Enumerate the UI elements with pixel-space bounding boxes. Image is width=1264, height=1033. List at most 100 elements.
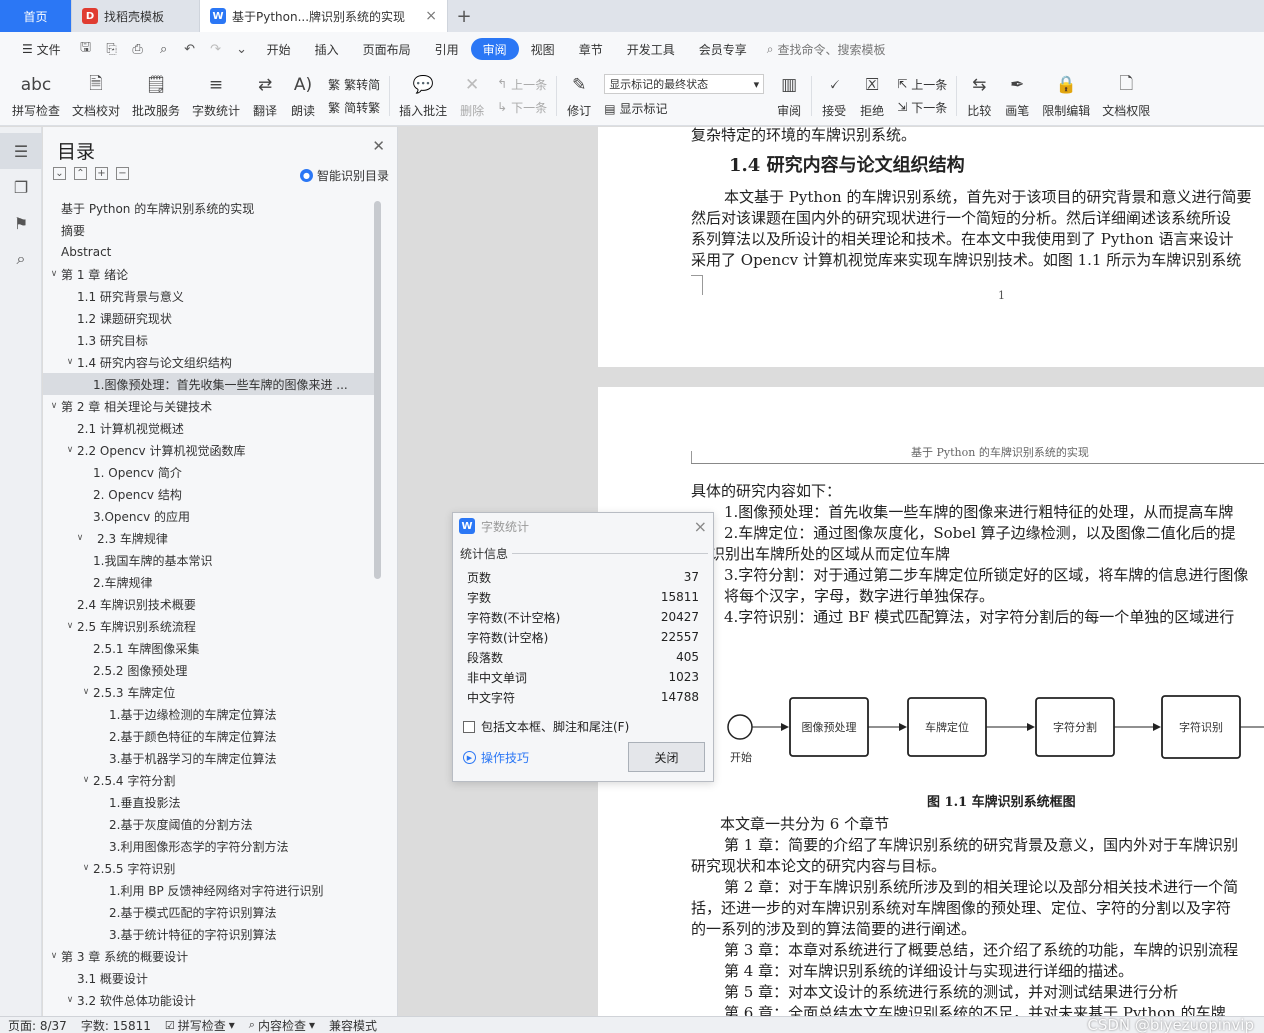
spell-check-button[interactable]: abc 拼写检查	[6, 68, 66, 124]
toc-item[interactable]: 2.4 车牌识别技术概要	[43, 593, 375, 615]
translate-button[interactable]: ⇄ 翻译	[246, 68, 284, 124]
page-indicator[interactable]: 页面: 8/37	[8, 1017, 67, 1033]
nav-pane-icon[interactable]: ❐	[0, 169, 42, 205]
command-search[interactable]: ⌕ 查找命令、搜索模板	[767, 41, 886, 58]
chevron-down-icon[interactable]: ∨	[63, 533, 97, 543]
toc-item[interactable]: Abstract	[43, 241, 375, 263]
preview-icon[interactable]: ⌕	[151, 42, 177, 57]
toc-item[interactable]: 2.车牌规律	[43, 571, 375, 593]
simp-to-trad-button[interactable]: 繁简转繁	[328, 99, 380, 116]
toc-item[interactable]: 1.3 研究目标	[43, 329, 375, 351]
menu-insert[interactable]: 插入	[303, 38, 351, 60]
toc-item[interactable]: 2.基于灰度阈值的分割方法	[43, 813, 375, 835]
toc-item[interactable]: 2.基于模式匹配的字符识别算法	[43, 901, 375, 923]
toc-item[interactable]: ∨ 2.3 车牌规律	[43, 527, 375, 549]
toc-item[interactable]: ∨ 2.5.5 字符识别	[43, 857, 375, 879]
close-icon[interactable]: ×	[694, 517, 707, 536]
toc-item[interactable]: ∨ 2.2 Opencv 计算机视觉函数库	[43, 439, 375, 461]
doc-proof-button[interactable]: 🗎 文档校对	[66, 68, 126, 124]
doc-permission-button[interactable]: 🗋 文档权限	[1096, 68, 1156, 124]
menu-section[interactable]: 章节	[567, 38, 615, 60]
bookmark-icon[interactable]: ⚑	[0, 205, 42, 241]
expand-all-icon[interactable]: ⌃	[74, 167, 87, 180]
toc-item[interactable]: ∨ 2.5.4 字符分割	[43, 769, 375, 791]
toc-item[interactable]: 1.我国车牌的基本常识	[43, 549, 375, 571]
search-icon[interactable]: ⌕	[0, 241, 42, 277]
toc-item[interactable]: 1.1 研究背景与意义	[43, 285, 375, 307]
toc-item[interactable]: 3.基于机器学习的车牌定位算法	[43, 747, 375, 769]
toc-item[interactable]: 1. Opencv 简介	[43, 461, 375, 483]
print-icon[interactable]: ⎙	[125, 42, 151, 57]
chevron-down-icon[interactable]: ∨	[47, 951, 61, 961]
dialog-titlebar[interactable]: W 字数统计 ×	[453, 513, 713, 539]
include-textbox-checkbox[interactable]: 包括文本框、脚注和尾注(F)	[463, 718, 629, 735]
toc-item[interactable]: 2.5.2 图像预处理	[43, 659, 375, 681]
trad-to-simp-button[interactable]: 繁繁转简	[328, 76, 380, 93]
chevron-down-icon[interactable]: ∨	[63, 357, 77, 367]
toc-item[interactable]: ∨ 第 2 章 相关理论与关键技术	[43, 395, 375, 417]
toc-item[interactable]: 3.Opencv 的应用	[43, 505, 375, 527]
chevron-down-icon[interactable]: ∨	[47, 401, 61, 411]
word-count-indicator[interactable]: 字数: 15811	[81, 1017, 151, 1033]
export-icon[interactable]: ⎘	[99, 42, 125, 57]
toc-item[interactable]: 1.基于边缘检测的车牌定位算法	[43, 703, 375, 725]
reject-button[interactable]: 🗵 拒绝	[853, 68, 891, 124]
tab-close-icon[interactable]: ×	[425, 8, 437, 24]
toc-icon[interactable]: ☰	[0, 133, 42, 169]
file-menu[interactable]: ☰ 文件	[10, 38, 73, 60]
toc-item[interactable]: 3.1 概要设计	[43, 967, 375, 989]
accept-button[interactable]: 🗸 接受	[815, 68, 853, 124]
toc-item[interactable]: 摘要	[43, 219, 375, 241]
prev-change-button[interactable]: ⇱ 上一条	[897, 76, 947, 93]
close-icon[interactable]: ✕	[372, 137, 385, 155]
review-pane-button[interactable]: ▥ 审阅	[770, 68, 808, 124]
tab-daoke-templates[interactable]: D 找稻壳模板	[72, 0, 200, 32]
toc-item[interactable]: ∨ 第 1 章 绪论	[43, 263, 375, 285]
toc-item[interactable]: 1.利用 BP 反馈神经网络对字符进行识别	[43, 879, 375, 901]
tab-document[interactable]: W 基于Python...牌识别系统的实现 ×	[200, 0, 448, 32]
toc-item[interactable]: 3.利用图像形态学的字符分割方法	[43, 835, 375, 857]
toc-item[interactable]: ∨ 第 3 章 系统的概要设计	[43, 945, 375, 967]
restrict-edit-button[interactable]: 🔒 限制编辑	[1036, 68, 1096, 124]
toc-item[interactable]: ∨ 2.5.3 车牌定位	[43, 681, 375, 703]
customize-icon[interactable]: ⌄	[229, 42, 255, 57]
toc-item[interactable]: 2.5.1 车牌图像采集	[43, 637, 375, 659]
show-markup-button[interactable]: ▤ 显示标记	[604, 100, 764, 117]
toc-item[interactable]: 2.基于颜色特征的车牌定位算法	[43, 725, 375, 747]
markup-state-select[interactable]: 显示标记的最终状态 ▾	[604, 74, 765, 94]
read-aloud-button[interactable]: A) 朗读	[284, 68, 322, 124]
toc-item[interactable]: 基于 Python 的车牌识别系统的实现	[43, 197, 375, 219]
menu-review[interactable]: 审阅	[470, 38, 519, 60]
pen-button[interactable]: ✒ 画笔	[998, 68, 1036, 124]
add-heading-icon[interactable]: +	[95, 167, 108, 180]
undo-icon[interactable]: ↶	[177, 42, 203, 57]
toc-item[interactable]: 2.1 计算机视觉概述	[43, 417, 375, 439]
next-change-button[interactable]: ⇲ 下一条	[897, 99, 947, 116]
chevron-down-icon[interactable]: ∨	[79, 775, 93, 785]
compare-button[interactable]: ⇆ 比较	[960, 68, 998, 124]
save-icon[interactable]: 🖫	[73, 38, 99, 60]
smart-toc-button[interactable]: ● 智能识别目录	[299, 167, 389, 184]
remove-heading-icon[interactable]: −	[116, 167, 129, 180]
menu-view[interactable]: 视图	[519, 38, 567, 60]
delete-comment-button[interactable]: ✕ 删除	[453, 68, 491, 124]
toc-item[interactable]: 1.垂直投影法	[43, 791, 375, 813]
menu-start[interactable]: 开始	[255, 38, 303, 60]
spell-check-toggle[interactable]: ☑ 拼写检查 ▾	[165, 1017, 235, 1033]
toc-item[interactable]: 1.图像预处理：首先收集一些车牌的图像来进 ...	[43, 373, 375, 395]
menu-reference[interactable]: 引用	[423, 38, 471, 60]
toc-item[interactable]: 1.2 课题研究现状	[43, 307, 375, 329]
toc-scrollbar[interactable]	[374, 201, 381, 579]
close-button[interactable]: 关闭	[628, 742, 705, 772]
toc-item[interactable]: 2. Opencv 结构	[43, 483, 375, 505]
content-check-toggle[interactable]: ⌕ 内容检查 ▾	[249, 1017, 315, 1033]
prev-comment-button[interactable]: ↰ 上一条	[497, 76, 547, 93]
word-count-button[interactable]: ≡ 字数统计	[186, 68, 246, 124]
chevron-down-icon[interactable]: ∨	[63, 995, 77, 1005]
new-tab-button[interactable]: +	[448, 0, 480, 32]
menu-member[interactable]: 会员专享	[687, 38, 759, 60]
toc-item[interactable]: ∨ 1.4 研究内容与论文组织结构	[43, 351, 375, 373]
menu-dev-tools[interactable]: 开发工具	[615, 38, 687, 60]
chevron-down-icon[interactable]: ∨	[63, 445, 77, 455]
redo-icon[interactable]: ↷	[203, 42, 229, 57]
